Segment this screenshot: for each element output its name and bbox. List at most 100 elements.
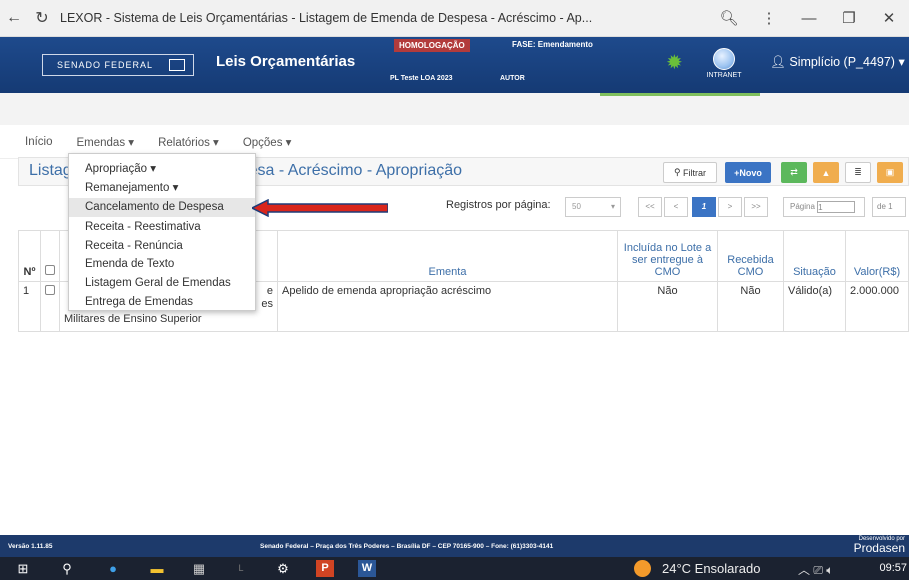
- page-label: Página: [790, 202, 815, 211]
- cell-lote: Não: [617, 281, 718, 332]
- document-icon[interactable]: ▣: [877, 162, 903, 183]
- menu-item-remanejamento[interactable]: Remanejamento ▾: [85, 180, 178, 194]
- app-header: SENADO FEDERAL Leis Orçamentárias HOMOLO…: [0, 37, 909, 93]
- browser-title-bar: ← ↻ LEXOR - Sistema de Leis Orçamentária…: [0, 0, 909, 37]
- role-label: AUTOR: [500, 75, 525, 82]
- cell-situacao: Válido(a): [783, 281, 846, 332]
- clock[interactable]: 09:57: [879, 562, 907, 574]
- menu-item-label: Remanejamento: [85, 182, 170, 194]
- menu-item-label: Apropriação: [85, 163, 148, 175]
- app-icon[interactable]: L: [232, 560, 250, 577]
- col-ementa[interactable]: Ementa: [277, 230, 618, 282]
- cell-recebida: Não: [717, 281, 784, 332]
- nav-opcoes[interactable]: Opções ▾: [243, 135, 292, 149]
- refresh-icon[interactable]: ⇄: [781, 162, 807, 183]
- nav-relatorios[interactable]: Relatórios ▾: [158, 135, 219, 149]
- user-icon: 👤︎: [770, 55, 786, 69]
- annotation-arrow: [252, 199, 388, 217]
- last-page-button[interactable]: >>: [744, 197, 768, 217]
- next-page-button[interactable]: >: [718, 197, 742, 217]
- environment-badge: HOMOLOGAÇÃO: [394, 39, 470, 52]
- more-menu-icon[interactable]: ⋮: [749, 9, 789, 27]
- minimize-button[interactable]: —: [789, 10, 829, 27]
- menu-item-receita-reestimativa[interactable]: Receita - Reestimativa: [85, 221, 201, 233]
- powerpoint-icon[interactable]: P: [316, 560, 334, 577]
- list-view-icon[interactable]: ≣: [845, 162, 871, 183]
- new-button[interactable]: +Novo: [725, 162, 771, 183]
- upload-icon[interactable]: ▲: [813, 162, 839, 183]
- logo-text: SENADO FEDERAL: [57, 60, 154, 70]
- nav-emendas[interactable]: Emendas ▾: [77, 135, 135, 149]
- system-tray-icons[interactable]: ︿ ⎚ 🔈︎: [798, 561, 833, 578]
- menu-item-apropriacao[interactable]: Apropriação ▾: [85, 161, 156, 175]
- phase-label: FASE: Emendamento: [512, 40, 593, 49]
- nav-inicio[interactable]: Início: [25, 136, 53, 148]
- settings-gear-icon[interactable]: ⚙: [274, 560, 292, 577]
- weather-text[interactable]: 24°C Ensolarado: [662, 561, 760, 576]
- page-goto: Página 1: [783, 197, 865, 217]
- nav-relatorios-label: Relatórios: [158, 136, 210, 149]
- cell-valor: 2.000.000: [845, 281, 909, 332]
- menu-item-entrega-emendas[interactable]: Entrega de Emendas: [85, 296, 193, 308]
- decorative-strip: [600, 93, 760, 96]
- search-icon[interactable]: 🔍︎: [709, 9, 749, 27]
- col-recebida[interactable]: Recebida CMO: [717, 230, 784, 282]
- file-explorer-icon[interactable]: ▬: [148, 560, 166, 577]
- current-page-button[interactable]: 1: [692, 197, 716, 217]
- reload-icon[interactable]: ↻: [28, 8, 56, 28]
- search-icon[interactable]: ⚲: [58, 560, 76, 577]
- settings-gear-icon[interactable]: ✹: [666, 50, 683, 75]
- autor-line3: Militares de Ensino Superior: [64, 313, 202, 325]
- address-label: Senado Federal – Praça dos Três Poderes …: [260, 543, 554, 550]
- prodasen-logo: Desenvolvido por Prodasen: [854, 536, 905, 554]
- app-footer: Versão 1.11.85 Senado Federal – Praça do…: [0, 535, 909, 557]
- back-arrow-icon[interactable]: ←: [0, 9, 28, 27]
- col-num[interactable]: Nº: [18, 230, 41, 282]
- emendas-dropdown-menu: Apropriação ▾ Remanejamento ▾ Cancelamen…: [68, 153, 256, 311]
- row-checkbox[interactable]: [45, 285, 55, 295]
- pl-label: PL Teste LOA 2023: [390, 75, 453, 82]
- cell-select: [40, 281, 60, 332]
- restore-button[interactable]: ❐: [829, 9, 869, 27]
- filter-label: Filtrar: [683, 167, 707, 178]
- prev-page-button[interactable]: <: [664, 197, 688, 217]
- select-all-checkbox[interactable]: [45, 265, 55, 275]
- user-name: Simplício (P_4497): [789, 55, 895, 69]
- nav-opcoes-label: Opções: [242, 136, 283, 149]
- senado-logo[interactable]: SENADO FEDERAL: [42, 54, 194, 76]
- first-page-button[interactable]: <<: [638, 197, 662, 217]
- menu-item-cancelamento-despesa[interactable]: Cancelamento de Despesa: [69, 198, 255, 217]
- intranet-link[interactable]: INTRANET: [702, 48, 746, 79]
- word-icon[interactable]: W: [358, 560, 376, 577]
- os-taskbar: ⊞ ⚲ ● ▬ ▦ L ⚙ P W 24°C Ensolarado ︿ ⎚ 🔈︎…: [0, 557, 909, 580]
- page-title-left: Listag: [29, 162, 72, 179]
- menu-item-emenda-texto[interactable]: Emenda de Texto: [85, 258, 174, 270]
- filter-button[interactable]: ⚲ Filtrar: [663, 162, 717, 183]
- cell-ementa: Apelido de emenda apropriação acréscimo: [277, 281, 618, 332]
- col-lote[interactable]: Incluída no Lote a ser entregue à CMO: [617, 230, 718, 282]
- user-menu[interactable]: 👤︎ Simplício (P_4497) ▾: [770, 54, 905, 70]
- windows-start-icon[interactable]: ⊞: [14, 560, 32, 577]
- page-input[interactable]: 1: [817, 200, 856, 213]
- menu-item-listagem-geral[interactable]: Listagem Geral de Emendas: [85, 277, 231, 289]
- weather-icon: [634, 560, 651, 577]
- search-icon: ⚲: [673, 167, 684, 177]
- records-per-page-label: Registros por página:: [446, 199, 551, 211]
- records-per-page-select[interactable]: 50 ▾: [565, 197, 621, 217]
- intranet-label: INTRANET: [706, 72, 742, 79]
- chevron-down-icon: ▾: [898, 55, 905, 69]
- page-total: de 1: [872, 197, 906, 217]
- col-valor[interactable]: Valor(R$): [845, 230, 909, 282]
- window-title: LEXOR - Sistema de Leis Orçamentárias - …: [60, 11, 593, 25]
- nav-emendas-label: Emendas: [76, 136, 126, 149]
- cell-num: 1: [18, 281, 41, 332]
- calculator-icon[interactable]: ▦: [190, 560, 208, 577]
- close-button[interactable]: ✕: [869, 9, 909, 27]
- edge-icon[interactable]: ●: [104, 560, 122, 577]
- chevron-down-icon: ▾: [610, 202, 615, 211]
- version-label: Versão 1.11.85: [8, 543, 53, 550]
- header-subbar: [0, 93, 909, 125]
- menu-item-receita-renuncia[interactable]: Receita - Renúncia: [85, 240, 183, 252]
- col-situacao[interactable]: Situação: [783, 230, 846, 282]
- col-select: [40, 230, 60, 282]
